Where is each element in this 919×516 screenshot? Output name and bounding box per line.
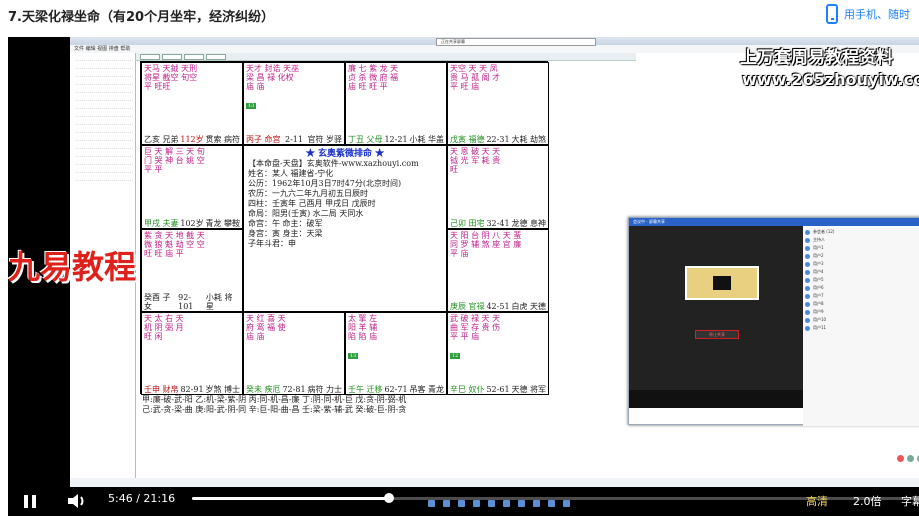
palace-cell: 紫 贪 天 地 截 天 微 狼 魁 劫 空 空 旺 旺 庙 平 癸酉 子女 92-… xyxy=(141,229,243,312)
progress-knob[interactable] xyxy=(384,493,394,503)
palace-cell: 太 擎 左 阳 羊 辅 陷 陷 庙 13 壬午 迁移 62-71 吊客 青龙 xyxy=(345,312,447,395)
chart-center-info: ★ 玄奥紫微排命 ★ 【本命盘-天盘】玄奥软件-www.xazhouyi.com… xyxy=(243,145,447,312)
pause-button[interactable] xyxy=(24,493,40,509)
palace-cell: 天才 封诰 天巫 梁 昌 禄 化权 庙 庙 13 丙子 命宫 2-11 官符 岁驿 xyxy=(243,62,345,145)
time-display: 5:46 / 21:16 xyxy=(108,492,176,505)
palace-cell: 天 红 喜 天 府 鸾 福 使 庙 庙 癸未 疾厄 72-81 病符 力士 xyxy=(243,312,345,395)
palace-badge: 13 xyxy=(348,353,359,359)
share-preview xyxy=(685,266,759,300)
palace-cell: 天 恩 破 天 天 钺 光 军 耗 贵 旺 己卯 田宅 32-41 龙德 息神 xyxy=(447,145,549,229)
video-player[interactable]: 文件 编辑 视图 排盘 帮助 正在共享屏幕 天马 天鉞 天刑 将星 截空 旬空 … xyxy=(8,37,919,516)
phone-watch-link[interactable]: 用手机、随时 xyxy=(826,4,910,24)
current-time: 5:46 xyxy=(108,492,133,505)
player-controls: 5:46 / 21:16 高清 2.0倍 字幕 xyxy=(8,487,919,516)
system-tray xyxy=(897,455,919,462)
palace-badge: 12 xyxy=(450,353,461,359)
pause-icon xyxy=(24,495,28,508)
brand-logo: 九易教程 xyxy=(8,248,137,286)
subtitle-button[interactable]: 字幕 xyxy=(901,493,919,509)
participant-list: 参会者 (12) 主持人 用户1 用户2 用户3 用户4 用户5 用户6 用户7… xyxy=(803,226,919,426)
palace-cell: 天马 天鉞 天刑 将星 截空 旬空 平 旺旺 乙亥 兄弟 112岁 贯索 病符 xyxy=(141,62,243,145)
palace-cell: 巨 天 解 三 天 旬 门 哭 神 台 姚 空 平 平 甲戌 夫妻 102岁 青龙 … xyxy=(141,145,243,229)
palace-badge: 13 xyxy=(246,103,257,109)
video-title: 7.天梁化禄坐命（有20个月坐牢，经济纠纷） xyxy=(8,10,275,25)
watermark-title: 上万套周易教程资料 xyxy=(740,48,893,68)
palace-grid: 天马 天鉞 天刑 将星 截空 旬空 平 旺旺 乙亥 兄弟 112岁 贯索 病符 天才… xyxy=(140,61,549,395)
meeting-stage: 停止共享 xyxy=(629,226,803,408)
meeting-toolbar[interactable] xyxy=(629,390,803,408)
share-dialog: 正在共享屏幕 xyxy=(436,38,596,46)
palace-cell: 天 阳 台 阴 八 天 蜚 同 罗 辅 煞 座 官 廉 平 庙 庚辰 官禄 42-… xyxy=(447,229,549,312)
speed-button[interactable]: 2.0倍 xyxy=(853,493,882,509)
phone-link-text: 用手机、随时 xyxy=(844,8,910,21)
taskbar-icons xyxy=(428,500,570,507)
meeting-window[interactable]: 会议中 - 屏幕共享 停止共享 参会者 (12) 主持人 用户1 用户2 用户3… xyxy=(628,217,919,426)
palace-cell: 廉 七 紫 龙 天 贞 杀 微 府 福 庙 旺 旺 平 丁丑 父母 12-21 小耗… xyxy=(345,62,447,145)
sihua-table: 甲:廉-破-武-阳 乙:机-梁-紫-阴 丙:同-机-昌-廉 丁:阴-同-机-巨 … xyxy=(142,395,407,414)
progress-fill xyxy=(192,497,389,500)
header-bar: 7.天梁化禄坐命（有20个月坐牢，经济纠纷） 用手机、随时 xyxy=(0,0,919,30)
stop-share-button[interactable]: 停止共享 xyxy=(695,330,739,339)
phone-icon xyxy=(826,4,838,24)
palace-cell: 天 太 右 天 机 阴 弼 月 旺 闲 壬申 财帛 82-91 岁煞 博士 xyxy=(141,312,243,395)
center-title: ★ 玄奥紫微排命 ★ xyxy=(305,149,385,159)
video-page: 7.天梁化禄坐命（有20个月坐牢，经济纠纷） 用手机、随时 文件 编辑 视图 排… xyxy=(0,0,919,516)
palace-cell: 天空 天 天 凤 贵 马 孤 阁 才 平 旺 庙 戊寅 福德 22-31 大耗 劫煞 xyxy=(447,62,549,145)
duration: 21:16 xyxy=(143,492,176,505)
quality-button[interactable]: 高清 xyxy=(806,493,828,509)
screen-share-content: 文件 编辑 视图 排盘 帮助 正在共享屏幕 天马 天鉞 天刑 将星 截空 旬空 … xyxy=(70,37,919,487)
chart-tabs xyxy=(136,53,636,61)
watermark-url: www.265zhouyiw.com xyxy=(742,70,919,89)
palace-cell: 武 破 禄 天 天 曲 军 存 贵 伤 平 平 庙 12 辛巳 奴仆 52-61 天… xyxy=(447,312,549,395)
volume-icon[interactable] xyxy=(66,492,88,510)
meeting-title: 会议中 - 屏幕共享 xyxy=(629,218,919,226)
